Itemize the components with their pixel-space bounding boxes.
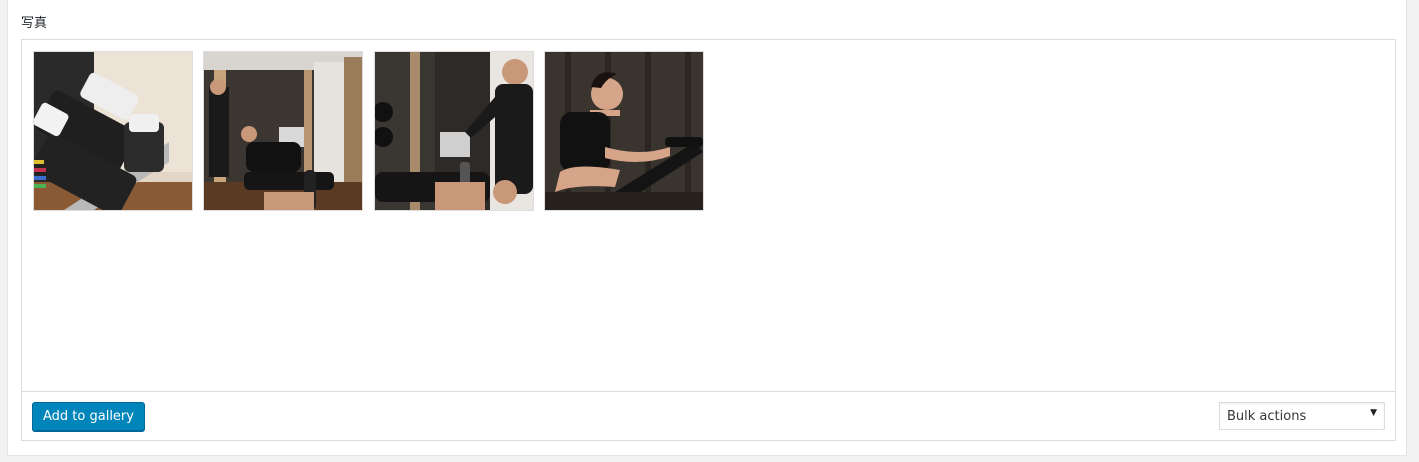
bench-press-image (204, 52, 362, 210)
dumbbell-spot-image (375, 52, 533, 210)
gallery-footer: Add to gallery Bulk actions ▼ (22, 391, 1395, 441)
gallery-container: Add to gallery Bulk actions ▼ (21, 39, 1396, 441)
dumbbells-image (34, 52, 192, 210)
photos-panel: 写真 Add to gallery Bulk actions ▼ (7, 0, 1407, 456)
add-to-gallery-button[interactable]: Add to gallery (32, 402, 145, 431)
section-title: 写真 (21, 16, 48, 31)
gallery-thumbnail-dumbbell-spot[interactable] (374, 51, 534, 211)
exercise-bike-image (545, 52, 703, 210)
bulk-actions-selected-value: Bulk actions (1227, 409, 1307, 424)
bulk-actions-select[interactable]: Bulk actions ▼ (1219, 402, 1385, 430)
chevron-down-icon: ▼ (1370, 408, 1377, 418)
gallery-thumbnail-exercise-bike[interactable] (544, 51, 704, 211)
gallery-thumbnail-dumbbells[interactable] (33, 51, 193, 211)
gallery-thumbnail-bench-press[interactable] (203, 51, 363, 211)
